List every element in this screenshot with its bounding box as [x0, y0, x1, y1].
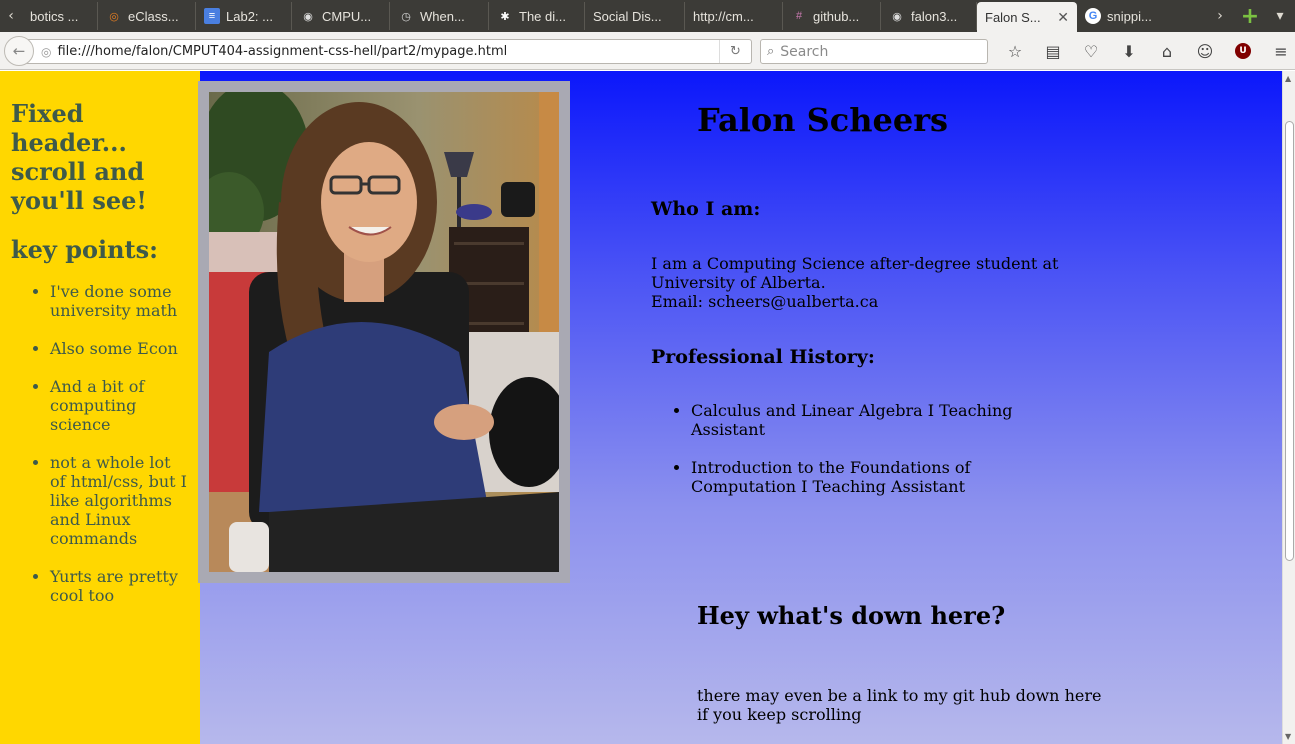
tab-scroll-right-icon[interactable]: › — [1205, 8, 1235, 24]
close-tab-icon[interactable]: ✕ — [1049, 9, 1069, 26]
tab-label: Social Dis... — [593, 8, 662, 24]
tab-list-dropdown-icon[interactable]: ▾ — [1265, 8, 1295, 24]
tab-lab2[interactable]: ≡ Lab2: ... — [196, 2, 292, 30]
tab-cmput[interactable]: ◉ CMPU... — [292, 2, 390, 30]
down-here-text: there may even be a link to my git hub d… — [697, 686, 1102, 724]
tab-label: http://cm... — [693, 8, 754, 24]
url-text[interactable]: file:///home/falon/CMPUT404-assignment-c… — [57, 44, 507, 59]
tab-social-dis[interactable]: Social Dis... — [585, 2, 685, 30]
tab-snippi[interactable]: G snippi... — [1077, 2, 1173, 30]
page-title: Falon Scheers — [697, 101, 949, 139]
tab-label: When... — [420, 8, 465, 24]
tab-label: CMPU... — [322, 8, 372, 24]
search-icon: ⌕ — [767, 44, 775, 59]
chat-smiley-icon[interactable]: ☺ — [1186, 39, 1224, 63]
page-scrollbar[interactable]: ▲ ▼ — [1282, 71, 1295, 744]
scroll-down-arrow-icon[interactable]: ▼ — [1285, 732, 1291, 741]
eclass-icon: ◎ — [109, 10, 119, 23]
scroll-up-arrow-icon[interactable]: ▲ — [1285, 74, 1291, 83]
tab-label: falon3... — [911, 8, 958, 24]
tab-label: snippi... — [1107, 8, 1152, 24]
professional-history-list: Calculus and Linear Algebra I Teaching A… — [691, 401, 1051, 515]
page-viewport: Fixed header... scroll and you'll see! k… — [0, 71, 1282, 744]
google-docs-icon: ≡ — [204, 8, 220, 24]
tab-label: eClass... — [128, 8, 179, 24]
hamburger-menu-icon[interactable]: ≡ — [1262, 39, 1295, 63]
tab-falon3[interactable]: ◉ falon3... — [881, 2, 977, 30]
tab-label: The di... — [519, 8, 566, 24]
tab-the-di[interactable]: ✱ The di... — [489, 2, 585, 30]
down-here-heading: Hey what's down here? — [697, 601, 1006, 630]
tab-when[interactable]: ◷ When... — [390, 2, 489, 30]
tab-falon-s-active[interactable]: Falon S... ✕ — [977, 2, 1077, 32]
tab-http-cm[interactable]: http://cm... — [685, 2, 783, 30]
who-i-am-text: I am a Computing Science after-degree st… — [651, 254, 1071, 311]
tab-label: botics ... — [30, 8, 79, 24]
reload-icon[interactable]: ↻ — [719, 40, 751, 63]
reading-list-icon[interactable]: ▤ — [1034, 39, 1072, 63]
ublock-icon[interactable]: U — [1224, 39, 1262, 63]
list-item: Calculus and Linear Algebra I Teaching A… — [691, 401, 1051, 439]
tab-label: Lab2: ... — [226, 8, 273, 24]
github-icon: ◉ — [892, 10, 902, 23]
email-text: Email: scheers@ualberta.ca — [651, 292, 879, 311]
globe-icon: ◎ — [41, 44, 52, 59]
tab-scroll-left-icon[interactable]: ‹ — [0, 0, 22, 32]
slack-icon: # — [795, 10, 803, 22]
star-icon: ✱ — [500, 10, 510, 23]
bio-text: I am a Computing Science after-degree st… — [651, 254, 1059, 292]
pocket-icon[interactable]: ♡ — [1072, 39, 1110, 63]
tab-label: github... — [813, 8, 860, 24]
download-arrow-icon[interactable]: ⬇ — [1110, 39, 1148, 63]
tab-github[interactable]: # github... — [783, 2, 881, 30]
new-tab-plus-icon[interactable]: + — [1235, 4, 1265, 29]
bookmark-star-icon[interactable]: ☆ — [996, 39, 1034, 63]
tab-strip: ‹ botics ... ◎ eClass... ≡ Lab2: ... ◉ C… — [0, 0, 1295, 32]
scroll-thumb[interactable] — [1285, 121, 1294, 561]
list-item: Introduction to the Foundations of Compu… — [691, 458, 1051, 496]
url-bar[interactable]: ◎ file:///home/falon/CMPUT404-assignment… — [22, 39, 752, 64]
google-icon: G — [1085, 8, 1101, 24]
who-i-am-heading: Who I am: — [651, 198, 761, 220]
github-icon: ◉ — [303, 10, 313, 23]
tab-robotics[interactable]: botics ... — [22, 2, 98, 30]
search-input[interactable] — [780, 43, 971, 60]
navigation-bar: ◎ file:///home/falon/CMPUT404-assignment… — [0, 32, 1295, 70]
home-icon[interactable]: ⌂ — [1148, 39, 1186, 63]
back-arrow-icon[interactable]: ← — [4, 36, 34, 66]
clock-icon: ◷ — [401, 10, 411, 23]
main-content: Falon Scheers Who I am: I am a Computing… — [0, 71, 1282, 744]
tab-eclass[interactable]: ◎ eClass... — [98, 2, 196, 30]
search-bar[interactable]: ⌕ — [760, 39, 988, 64]
professional-history-heading: Professional History: — [651, 346, 875, 368]
tab-label: Falon S... — [985, 9, 1041, 25]
ublock-badge: U — [1235, 43, 1251, 59]
